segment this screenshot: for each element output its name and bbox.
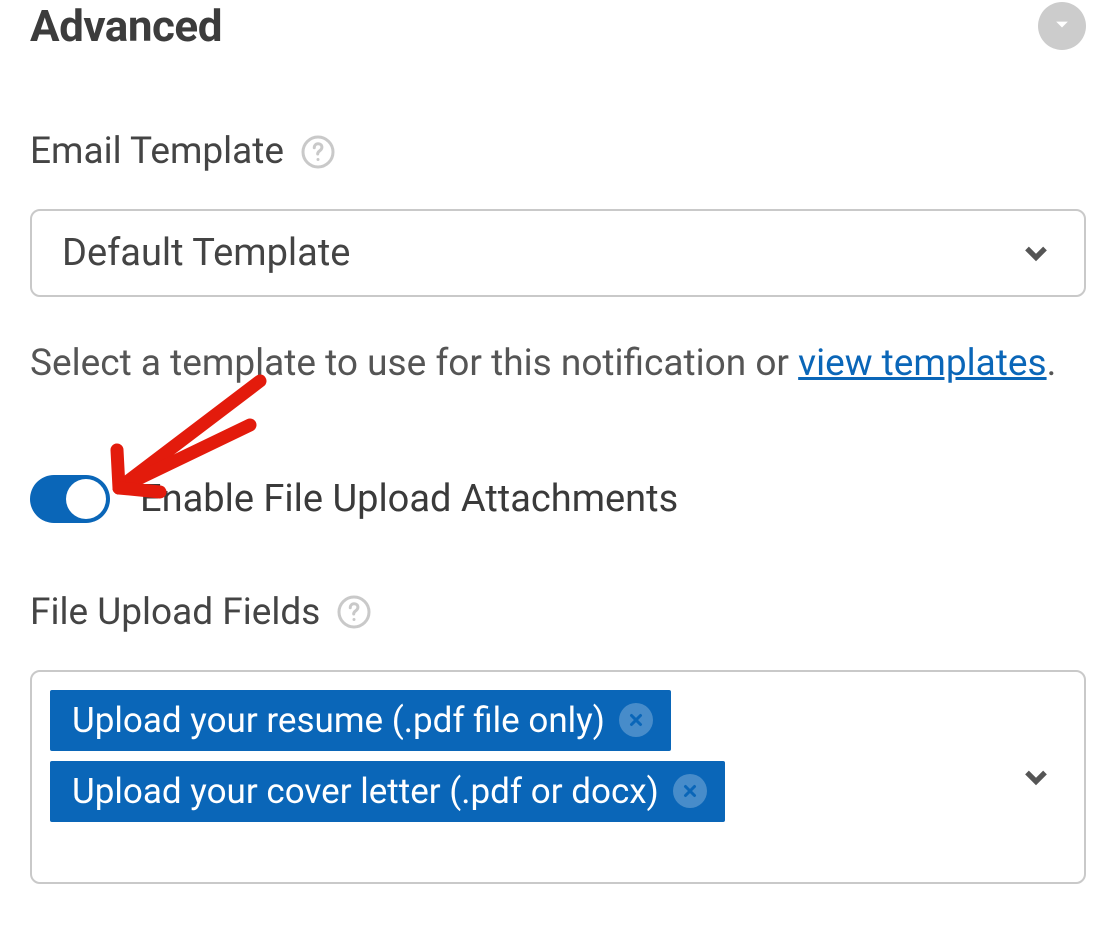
collapse-section-button[interactable] (1038, 2, 1086, 50)
toggle-knob (66, 479, 106, 519)
help-icon[interactable] (300, 134, 336, 170)
chip-label: Upload your resume (.pdf file only) (72, 700, 605, 741)
email-template-select[interactable]: Default Template (30, 209, 1086, 297)
email-template-label: Email Template (30, 130, 284, 173)
remove-chip-button[interactable] (673, 774, 707, 808)
email-template-selected-value: Default Template (62, 231, 350, 275)
chevron-down-icon (1048, 10, 1076, 42)
selected-chip: Upload your cover letter (.pdf or docx) (50, 761, 725, 822)
chip-label: Upload your cover letter (.pdf or docx) (72, 771, 659, 812)
help-icon[interactable] (336, 594, 372, 630)
chevron-down-icon (1018, 235, 1054, 271)
chevron-down-icon (1018, 759, 1054, 795)
file-upload-fields-label: File Upload Fields (30, 591, 320, 634)
selected-chip: Upload your resume (.pdf file only) (50, 690, 671, 751)
remove-chip-button[interactable] (619, 703, 653, 737)
file-upload-fields-select[interactable]: Upload your resume (.pdf file only) Uplo… (30, 670, 1086, 884)
enable-file-upload-attachments-label: Enable File Upload Attachments (140, 477, 678, 521)
section-title-advanced: Advanced (30, 0, 222, 52)
view-templates-link[interactable]: view templates (798, 342, 1046, 385)
enable-file-upload-attachments-toggle[interactable] (30, 475, 110, 523)
email-template-helper-text: Select a template to use for this notifi… (30, 337, 1086, 391)
